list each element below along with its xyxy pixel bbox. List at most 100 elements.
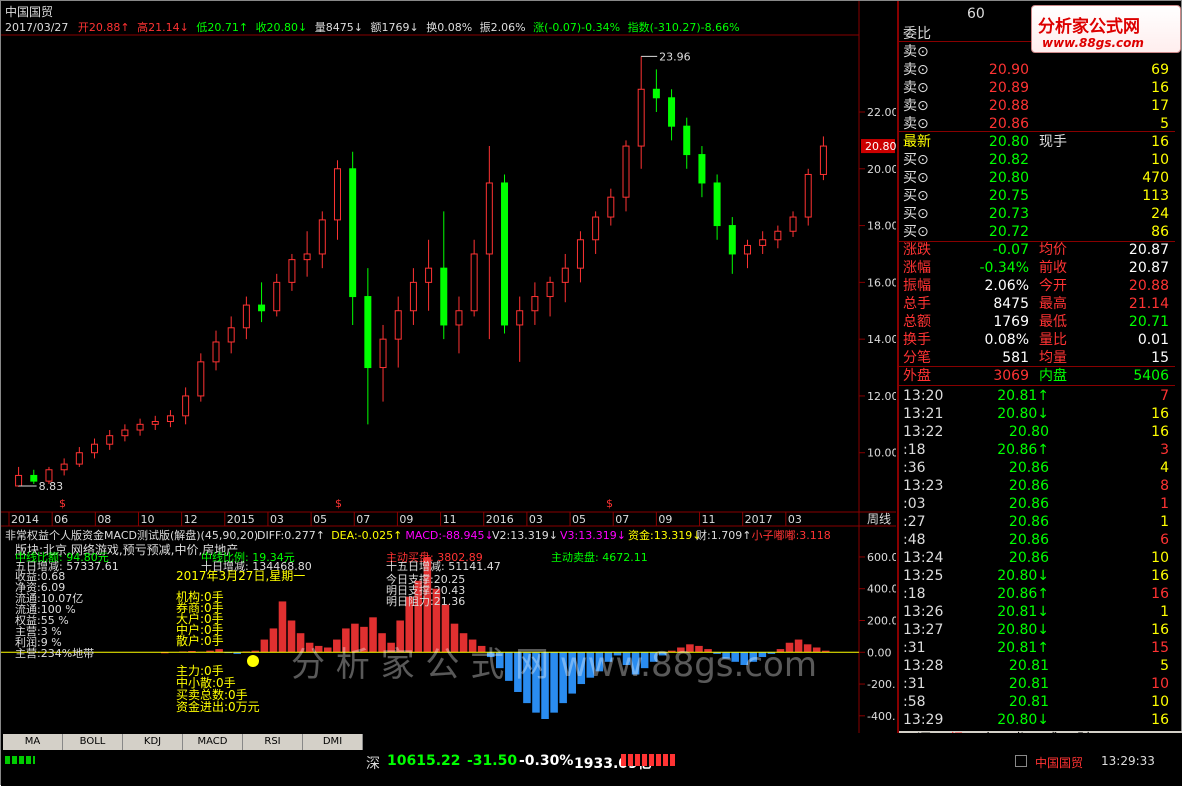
tick-time: 13:21 [903, 405, 943, 423]
tick-row: 13:2820.815 [899, 657, 1175, 675]
status-index-pct: -0.30% [519, 753, 573, 769]
indicator-axis-label: 600.00 [867, 551, 896, 564]
amplitude-value: 振2.06% [480, 19, 526, 35]
time-axis-label: 08 [97, 513, 111, 526]
indicator-tab-ma[interactable]: MA [3, 734, 63, 750]
indicator-tab-macd[interactable]: MACD [183, 734, 243, 750]
tick-time: :18 [903, 441, 926, 459]
sell-price: 20.90 [959, 61, 1029, 79]
candle-body [319, 220, 325, 254]
tick-time: :18 [903, 585, 926, 603]
indicator-tab-rsi[interactable]: RSI [243, 734, 303, 750]
stat-value: 581 [959, 349, 1029, 367]
time-axis-label: 11 [443, 513, 457, 526]
tick-row: :3620.864 [899, 459, 1175, 477]
high-label: 23.96 [659, 50, 691, 63]
tick-row: :3120.81↑15 [899, 639, 1175, 657]
candle-body [547, 282, 553, 296]
stat-value: 20.87 [1099, 241, 1169, 259]
stat-label: 涨幅 [903, 259, 931, 277]
candle-body [502, 183, 508, 325]
bottom-area: MABOLLKDJMACDRSIDMI 深 10615.22 -31.50 -0… [1, 733, 1182, 786]
stat-value: 2.06% [959, 277, 1029, 295]
indicator-tab-kdj[interactable]: KDJ [123, 734, 183, 750]
tick-price: 20.81 [989, 693, 1049, 711]
tick-time: :58 [903, 693, 926, 711]
quote-label: 卖⊙ [903, 61, 929, 79]
sell-volume: 16 [1099, 79, 1169, 97]
latest-price: 20.80 [959, 133, 1029, 151]
outer-value: 3069 [959, 367, 1029, 385]
indicator-tab-boll[interactable]: BOLL [63, 734, 123, 750]
time-axis-label: 03 [529, 513, 543, 526]
tick-volume: 16 [1099, 405, 1169, 423]
candle-body [167, 416, 173, 422]
stat-value: -0.07 [959, 241, 1029, 259]
smiley-icon [247, 655, 259, 667]
time-axis-label: 10 [140, 513, 154, 526]
candle-body [653, 89, 659, 98]
stat-value: 20.87 [1099, 259, 1169, 277]
quote-label: 买⊙ [903, 151, 929, 169]
dividend-marker: $ [59, 497, 66, 510]
overlay-fifteen: 十五日增减: 51141.47 [386, 559, 501, 573]
tick-volume: 3 [1099, 441, 1169, 459]
tick-volume: 16 [1099, 567, 1169, 585]
tick-volume: 16 [1099, 621, 1169, 639]
high-value: 高21.14↓ [137, 19, 189, 35]
panel-separator [899, 241, 1175, 242]
tick-volume: 5 [1099, 657, 1169, 675]
tick-volume: 1 [1099, 513, 1169, 531]
tick-price: 20.86 [989, 459, 1049, 477]
tick-time: :36 [903, 459, 926, 477]
alert-icon[interactable] [1015, 755, 1027, 767]
tick-price: 20.80↓ [989, 405, 1049, 423]
window-title: 中国国贸 [5, 3, 53, 20]
kline-chart-area: 22.0020.0018.0016.0014.0012.0010.0023.96… [1, 1, 896, 749]
indicator-header-item: MACD:-88.945↓ [405, 529, 493, 542]
price-axis-label: 14.00 [867, 333, 896, 346]
buy-volume: 10 [1099, 151, 1169, 169]
stat-label: 最高 [1039, 295, 1067, 313]
buy-price: 20.75 [959, 187, 1029, 205]
tick-row: :1820.86↑3 [899, 441, 1175, 459]
candle-body [380, 339, 386, 367]
logo: 分析家公式网 www.88gs.com [1031, 5, 1181, 53]
panel-separator [899, 131, 1175, 132]
time-axis-label: 09 [399, 513, 413, 526]
stat-value: 0.08% [959, 331, 1029, 349]
tick-volume: 10 [1099, 693, 1169, 711]
candle-body [608, 197, 614, 217]
time-axis-label: 12 [184, 513, 198, 526]
candle-body [426, 268, 432, 282]
buy-volume: 86 [1099, 223, 1169, 241]
updown-bar-icon [621, 754, 677, 766]
stat-row: 换手0.08%量比0.01 [899, 331, 1175, 349]
tick-price: 20.80↓ [989, 567, 1049, 585]
tick-volume: 8 [1099, 477, 1169, 495]
stat-value: 15 [1099, 349, 1169, 367]
tick-time: :31 [903, 675, 926, 693]
hand-volume: 16 [1099, 133, 1169, 151]
stat-label: 前收 [1039, 259, 1067, 277]
tick-volume: 7 [1099, 387, 1169, 405]
tick-volume: 16 [1099, 423, 1169, 441]
quote-label: 卖⊙ [903, 97, 929, 115]
indicator-axis-label: -200.00 [867, 678, 896, 691]
candle-body [31, 475, 37, 481]
indicator-tab-dmi[interactable]: DMI [303, 734, 363, 750]
stat-value: 20.71 [1099, 313, 1169, 331]
tick-price: 20.86 [989, 549, 1049, 567]
low-label: 8.83 [39, 480, 64, 493]
candle-body [775, 231, 781, 240]
candle-body [729, 226, 735, 254]
candle-body [395, 311, 401, 339]
status-stock[interactable]: 中国国贸 [1035, 754, 1083, 771]
chart-header: 中国国贸 2017/03/27 开20.88↑ 高21.14↓ 低20.71↑ … [1, 1, 896, 35]
candle-body [183, 396, 189, 416]
tick-row: 13:2220.8016 [899, 423, 1175, 441]
tick-row: :0320.861 [899, 495, 1175, 513]
time-axis-label: 2014 [11, 513, 39, 526]
indicator-header-item: DEA:-0.025↑ [331, 529, 402, 542]
indicator-bar [270, 628, 278, 652]
